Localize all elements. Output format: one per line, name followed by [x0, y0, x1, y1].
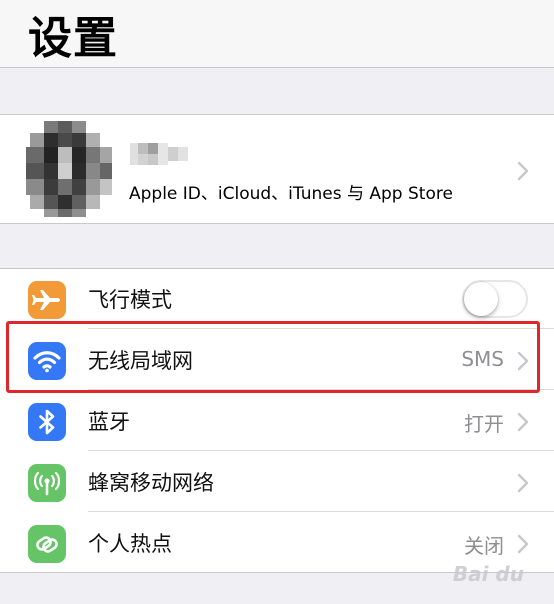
- connectivity-settings-group: 飞行模式 无线局域网 SMS 蓝牙 打开 蜂窝移动网络 个人热点 关闭: [0, 268, 554, 573]
- cellular-label: 蜂窝移动网络: [88, 471, 214, 495]
- cellular-antenna-icon: [28, 464, 66, 502]
- airplane-mode-label: 飞行模式: [88, 288, 172, 312]
- settings-row-cellular[interactable]: 蜂窝移动网络: [0, 452, 554, 512]
- chevron-right-icon: [516, 161, 530, 181]
- chevron-right-icon: [516, 351, 530, 371]
- chevron-right-icon: [516, 473, 530, 493]
- airplane-mode-toggle[interactable]: [462, 280, 528, 318]
- airplane-icon: [28, 281, 66, 319]
- apple-id-subtitle: Apple ID、iCloud、iTunes 与 App Store: [129, 184, 453, 204]
- personal-hotspot-status-value: 关闭: [464, 534, 504, 558]
- row-divider: [88, 328, 554, 329]
- title-bar: 设置: [0, 0, 554, 68]
- chevron-right-icon: [516, 534, 530, 554]
- avatar: [26, 121, 112, 217]
- wlan-network-value: SMS: [461, 347, 504, 371]
- account-name-pixelated: [130, 143, 188, 165]
- row-divider: [88, 450, 554, 451]
- bluetooth-label: 蓝牙: [88, 410, 130, 434]
- wlan-label: 无线局域网: [88, 349, 193, 373]
- settings-row-wlan[interactable]: 无线局域网 SMS: [0, 330, 554, 390]
- wifi-icon: [28, 342, 66, 380]
- chevron-right-icon: [516, 412, 530, 432]
- apple-id-profile-row[interactable]: Apple ID、iCloud、iTunes 与 App Store: [0, 114, 554, 224]
- settings-row-bluetooth[interactable]: 蓝牙 打开: [0, 391, 554, 451]
- row-divider: [88, 511, 554, 512]
- personal-hotspot-icon: [28, 525, 66, 563]
- baidu-watermark-logo: Bai du: [452, 562, 524, 586]
- personal-hotspot-label: 个人热点: [88, 532, 172, 556]
- bluetooth-status-value: 打开: [464, 412, 504, 436]
- row-divider: [88, 389, 554, 390]
- page-title: 设置: [28, 13, 118, 64]
- bluetooth-icon: [28, 403, 66, 441]
- toggle-knob: [464, 282, 498, 316]
- settings-row-airplane-mode[interactable]: 飞行模式: [0, 269, 554, 329]
